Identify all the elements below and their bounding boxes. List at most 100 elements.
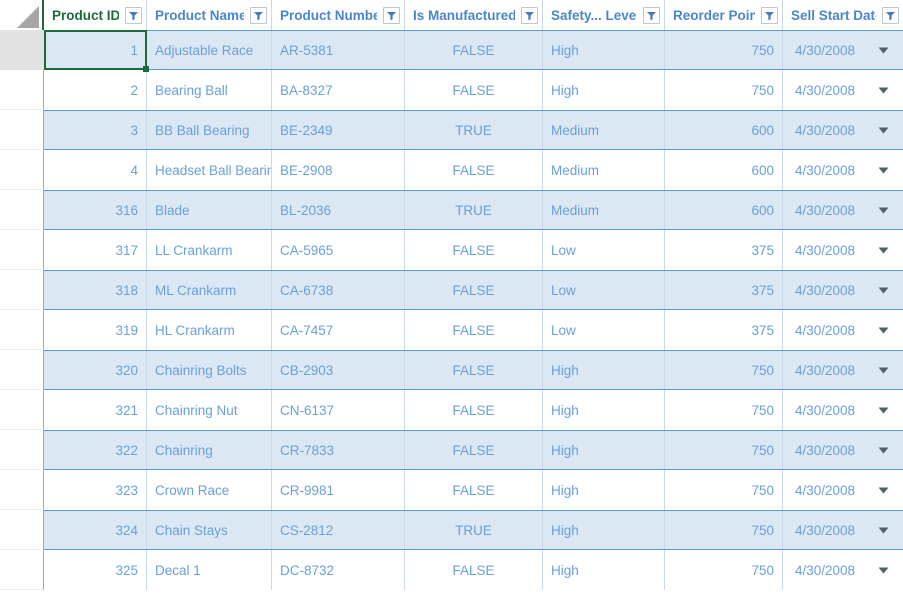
- cell-product_name[interactable]: ML Crankarm: [147, 270, 272, 310]
- row-header-gutter[interactable]: [0, 30, 44, 70]
- cell-safety_level[interactable]: Medium: [543, 190, 665, 230]
- chevron-down-icon[interactable]: [863, 190, 903, 230]
- cell-safety_level[interactable]: Low: [543, 230, 665, 270]
- cell-sell_start_date[interactable]: 4/30/2008: [783, 150, 863, 190]
- table-row[interactable]: 323 Crown Race CR-9981 FALSE High 750 4/30/200…: [0, 470, 903, 510]
- cell-product_id[interactable]: 322: [44, 430, 147, 470]
- cell-safety_level[interactable]: High: [543, 430, 665, 470]
- cell-is_manufactured[interactable]: FALSE: [405, 70, 543, 110]
- chevron-down-icon[interactable]: [863, 350, 903, 390]
- cell-is_manufactured[interactable]: FALSE: [405, 270, 543, 310]
- cell-sell_start_date[interactable]: 4/30/2008: [783, 230, 863, 270]
- cell-safety_level[interactable]: High: [543, 470, 665, 510]
- cell-product_name[interactable]: Headset Ball Bearing: [147, 150, 272, 190]
- filter-funnel-icon[interactable]: [383, 6, 400, 24]
- cell-product_name[interactable]: Chain Stays: [147, 510, 272, 550]
- chevron-down-icon[interactable]: [863, 390, 903, 430]
- cell-safety_level[interactable]: High: [543, 550, 665, 590]
- table-row[interactable]: 325 Decal 1 DC-8732 FALSE High 750 4/30/2008: [0, 550, 903, 590]
- cell-product_id[interactable]: 2: [44, 70, 147, 110]
- cell-product_name[interactable]: Chainring Nut: [147, 390, 272, 430]
- cell-product_number[interactable]: CR-7833: [272, 430, 405, 470]
- cell-reorder_point[interactable]: 600: [665, 110, 783, 150]
- cell-product_id[interactable]: 324: [44, 510, 147, 550]
- cell-product_id[interactable]: 4: [44, 150, 147, 190]
- row-header-gutter[interactable]: [0, 510, 44, 550]
- row-header-gutter[interactable]: [0, 430, 44, 470]
- table-row[interactable]: 318 ML Crankarm CA-6738 FALSE Low 375 4/30/200…: [0, 270, 903, 310]
- cell-product_number[interactable]: CA-6738: [272, 270, 405, 310]
- chevron-down-icon[interactable]: [863, 30, 903, 70]
- cell-product_number[interactable]: BE-2908: [272, 150, 405, 190]
- column-header-reorder_point[interactable]: Reorder Point: [665, 0, 783, 30]
- cell-product_id[interactable]: 325: [44, 550, 147, 590]
- cell-safety_level[interactable]: High: [543, 30, 665, 70]
- cell-product_id[interactable]: 323: [44, 470, 147, 510]
- cell-safety_level[interactable]: High: [543, 70, 665, 110]
- row-header-gutter[interactable]: [0, 310, 44, 350]
- cell-reorder_point[interactable]: 750: [665, 30, 783, 70]
- cell-product_name[interactable]: Chainring Bolts: [147, 350, 272, 390]
- table-row[interactable]: 317 LL Crankarm CA-5965 FALSE Low 375 4/30/200…: [0, 230, 903, 270]
- filter-funnel-icon[interactable]: [643, 6, 660, 24]
- cell-product_id[interactable]: 316: [44, 190, 147, 230]
- filter-funnel-icon[interactable]: [125, 6, 142, 24]
- table-row[interactable]: 4 Headset Ball Bearing BE-2908 FALSE Medium 6…: [0, 150, 903, 190]
- cell-safety_level[interactable]: Low: [543, 310, 665, 350]
- cell-product_id[interactable]: 318: [44, 270, 147, 310]
- cell-product_name[interactable]: Adjustable Race: [147, 30, 272, 70]
- cell-product_name[interactable]: Decal 1: [147, 550, 272, 590]
- grid-body[interactable]: 1 Adjustable Race AR-5381 FALSE High 750 4/30/…: [0, 30, 903, 594]
- row-header-gutter[interactable]: [0, 110, 44, 150]
- cell-product_number[interactable]: BA-8327: [272, 70, 405, 110]
- row-header-gutter[interactable]: [0, 390, 44, 430]
- cell-reorder_point[interactable]: 750: [665, 430, 783, 470]
- column-header-product_id[interactable]: Product ID: [44, 0, 147, 30]
- table-row[interactable]: 322 Chainring CR-7833 FALSE High 750 4/30/2008: [0, 430, 903, 470]
- cell-is_manufactured[interactable]: FALSE: [405, 390, 543, 430]
- cell-product_name[interactable]: HL Crankarm: [147, 310, 272, 350]
- cell-is_manufactured[interactable]: FALSE: [405, 310, 543, 350]
- cell-reorder_point[interactable]: 600: [665, 150, 783, 190]
- row-header-gutter[interactable]: [0, 550, 44, 590]
- cell-is_manufactured[interactable]: FALSE: [405, 150, 543, 190]
- chevron-down-icon[interactable]: [863, 470, 903, 510]
- cell-reorder_point[interactable]: 750: [665, 470, 783, 510]
- chevron-down-icon[interactable]: [863, 510, 903, 550]
- cell-sell_start_date[interactable]: 4/30/2008: [783, 390, 863, 430]
- row-header-gutter[interactable]: [0, 70, 44, 110]
- cell-product_number[interactable]: CN-6137: [272, 390, 405, 430]
- cell-reorder_point[interactable]: 375: [665, 270, 783, 310]
- cell-product_number[interactable]: CS-2812: [272, 510, 405, 550]
- cell-product_id[interactable]: 1: [44, 30, 147, 70]
- cell-safety_level[interactable]: Low: [543, 270, 665, 310]
- filter-funnel-icon[interactable]: [882, 6, 899, 24]
- chevron-down-icon[interactable]: [863, 150, 903, 190]
- filter-funnel-icon[interactable]: [250, 6, 267, 24]
- cell-product_name[interactable]: LL Crankarm: [147, 230, 272, 270]
- chevron-down-icon[interactable]: [863, 110, 903, 150]
- cell-sell_start_date[interactable]: 4/30/2008: [783, 430, 863, 470]
- cell-reorder_point[interactable]: 750: [665, 350, 783, 390]
- cell-is_manufactured[interactable]: TRUE: [405, 110, 543, 150]
- table-row[interactable]: 1 Adjustable Race AR-5381 FALSE High 750 4/30/…: [0, 30, 903, 72]
- cell-product_number[interactable]: BL-2036: [272, 190, 405, 230]
- cell-product_name[interactable]: Blade: [147, 190, 272, 230]
- chevron-down-icon[interactable]: [863, 430, 903, 470]
- row-header-gutter[interactable]: [0, 350, 44, 390]
- column-header-product_name[interactable]: Product Name: [147, 0, 272, 30]
- cell-sell_start_date[interactable]: 4/30/2008: [783, 30, 863, 70]
- cell-is_manufactured[interactable]: TRUE: [405, 510, 543, 550]
- filter-funnel-icon[interactable]: [761, 6, 778, 24]
- row-header-gutter[interactable]: [0, 230, 44, 270]
- cell-reorder_point[interactable]: 750: [665, 70, 783, 110]
- cell-product_id[interactable]: 320: [44, 350, 147, 390]
- column-header-sell_start_date[interactable]: Sell Start Date: [783, 0, 903, 30]
- cell-safety_level[interactable]: Medium: [543, 150, 665, 190]
- cell-sell_start_date[interactable]: 4/30/2008: [783, 110, 863, 150]
- chevron-down-icon[interactable]: [863, 310, 903, 350]
- cell-safety_level[interactable]: High: [543, 390, 665, 430]
- cell-product_name[interactable]: Bearing Ball: [147, 70, 272, 110]
- cell-product_number[interactable]: CA-7457: [272, 310, 405, 350]
- cell-is_manufactured[interactable]: FALSE: [405, 470, 543, 510]
